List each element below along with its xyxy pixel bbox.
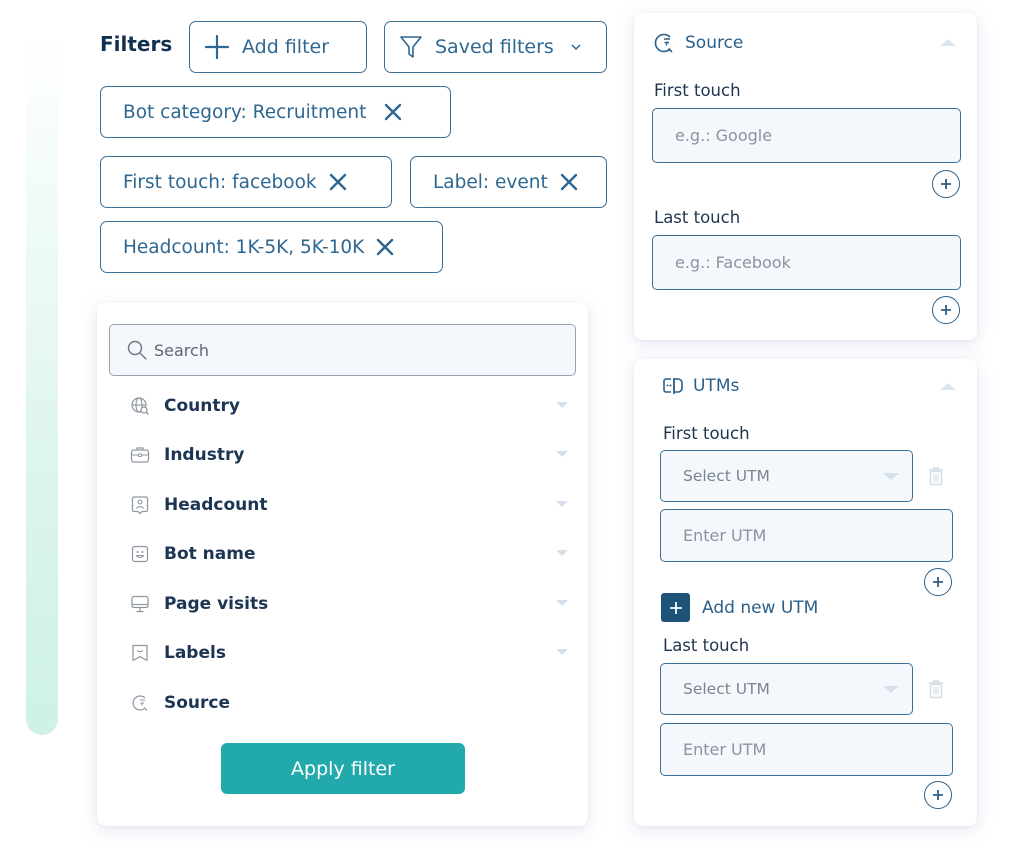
close-icon [329, 173, 346, 191]
filter-item-label: Labels [164, 643, 226, 663]
source-card: Source First touch Last touch [634, 13, 977, 340]
person-badge-icon [131, 496, 149, 515]
filter-chip-label: Label: event [433, 171, 548, 193]
add-last-touch-button[interactable] [932, 296, 960, 324]
filter-item-source[interactable]: Source [130, 687, 568, 719]
remove-filter-button[interactable] [376, 238, 394, 256]
filter-item-labels[interactable]: Labels [130, 637, 568, 669]
add-filter-label: Add filter [242, 36, 330, 58]
filter-chip: Bot category: Recruitment [100, 86, 451, 138]
plus-square-icon [661, 593, 690, 622]
close-icon [560, 173, 577, 191]
first-touch-label: First touch [654, 81, 741, 100]
source-first-touch-input[interactable] [675, 126, 960, 145]
utm-last-touch-label: Last touch [663, 636, 750, 655]
filter-chip-label: Headcount: 1K-5K, 5K-10K [123, 236, 365, 258]
chevron-down-icon [556, 451, 568, 457]
source-card-title: Source [685, 33, 744, 53]
saved-filters-label: Saved filters [435, 36, 554, 58]
add-first-touch-button[interactable] [932, 170, 960, 198]
plus-icon [941, 305, 951, 315]
filter-chip-label: First touch: facebook [123, 171, 317, 193]
filter-chip-label: Bot category: Recruitment [123, 101, 367, 123]
remove-filter-button[interactable] [329, 173, 347, 191]
plus-icon [204, 34, 230, 60]
source-icon [654, 33, 673, 53]
utm-last-touch-select[interactable]: Select UTM [660, 663, 913, 715]
chevron-down-icon [556, 402, 568, 408]
utm-card-header: UTMs [662, 376, 739, 396]
filter-item-label: Bot name [164, 544, 256, 564]
last-touch-label: Last touch [654, 208, 741, 227]
filter-item-country[interactable]: Country [130, 390, 568, 422]
filter-item-label: Country [164, 396, 240, 416]
filters-title: Filters [100, 32, 173, 56]
dropdown-arrow-icon [883, 686, 899, 693]
filter-chip: Headcount: 1K-5K, 5K-10K [100, 221, 443, 273]
filter-panel: Country Industry Headcount Bot name [97, 303, 588, 826]
plus-icon [933, 790, 943, 800]
utm-last-touch-value-field[interactable] [660, 723, 953, 776]
filter-item-page-visits[interactable]: Page visits [130, 588, 568, 620]
filter-item-label: Page visits [164, 594, 269, 614]
add-new-utm-button[interactable]: Add new UTM [661, 593, 818, 622]
filter-item-bot-name[interactable]: Bot name [130, 538, 568, 570]
add-utm-value-button[interactable] [924, 568, 952, 596]
filter-item-label: Industry [164, 445, 245, 465]
bot-face-icon [131, 545, 149, 563]
search-icon [127, 340, 147, 360]
utm-last-touch-input[interactable] [683, 740, 952, 759]
add-utm-value-button[interactable] [924, 781, 952, 809]
plus-icon [933, 577, 943, 587]
add-filter-button[interactable]: Add filter [189, 21, 367, 73]
add-new-utm-label: Add new UTM [702, 597, 819, 618]
plus-icon [941, 179, 951, 189]
source-last-touch-input[interactable] [675, 253, 960, 272]
remove-filter-button[interactable] [384, 103, 402, 121]
monitor-icon [131, 595, 149, 613]
decorative-gradient-bar [26, 28, 58, 735]
label-icon [132, 644, 148, 662]
filter-item-label: Headcount [164, 495, 268, 515]
search-field[interactable] [109, 324, 576, 376]
close-icon [377, 238, 394, 256]
globe-search-icon [131, 397, 149, 415]
utm-first-touch-value-field[interactable] [660, 509, 953, 562]
briefcase-icon [130, 447, 150, 463]
utm-icon [663, 378, 683, 394]
filter-chip: First touch: facebook [100, 156, 392, 208]
trash-icon[interactable] [927, 679, 945, 699]
select-utm-placeholder: Select UTM [683, 467, 770, 485]
select-utm-placeholder: Select UTM [683, 680, 770, 698]
utm-first-touch-input[interactable] [683, 526, 952, 545]
source-icon [132, 695, 148, 711]
utm-first-touch-label: First touch [663, 424, 750, 443]
source-last-touch-field[interactable] [652, 235, 961, 290]
apply-filter-button[interactable]: Apply filter [221, 743, 465, 794]
filter-item-label: Source [164, 693, 231, 713]
filter-item-industry[interactable]: Industry [130, 439, 568, 471]
chevron-down-icon [556, 501, 568, 507]
funnel-icon [400, 36, 422, 58]
chevron-down-icon [556, 550, 568, 556]
close-icon [385, 103, 402, 121]
dropdown-arrow-icon [883, 473, 899, 480]
chevron-down-icon [556, 649, 568, 655]
saved-filters-button[interactable]: Saved filters [384, 21, 607, 73]
utm-card: UTMs First touch Select UTM Add new UTM … [634, 359, 977, 826]
chevron-down-icon [571, 44, 581, 51]
filter-chip: Label: event [410, 156, 607, 208]
collapse-source-button[interactable] [940, 39, 956, 46]
filter-item-headcount[interactable]: Headcount [130, 489, 568, 521]
collapse-utm-button[interactable] [940, 383, 956, 390]
search-input[interactable] [154, 340, 554, 360]
utm-card-title: UTMs [693, 376, 740, 396]
utm-first-touch-select[interactable]: Select UTM [660, 450, 913, 502]
source-card-header: Source [652, 31, 743, 55]
chevron-down-icon [556, 600, 568, 606]
trash-icon[interactable] [927, 466, 945, 486]
source-first-touch-field[interactable] [652, 108, 961, 163]
remove-filter-button[interactable] [560, 173, 578, 191]
